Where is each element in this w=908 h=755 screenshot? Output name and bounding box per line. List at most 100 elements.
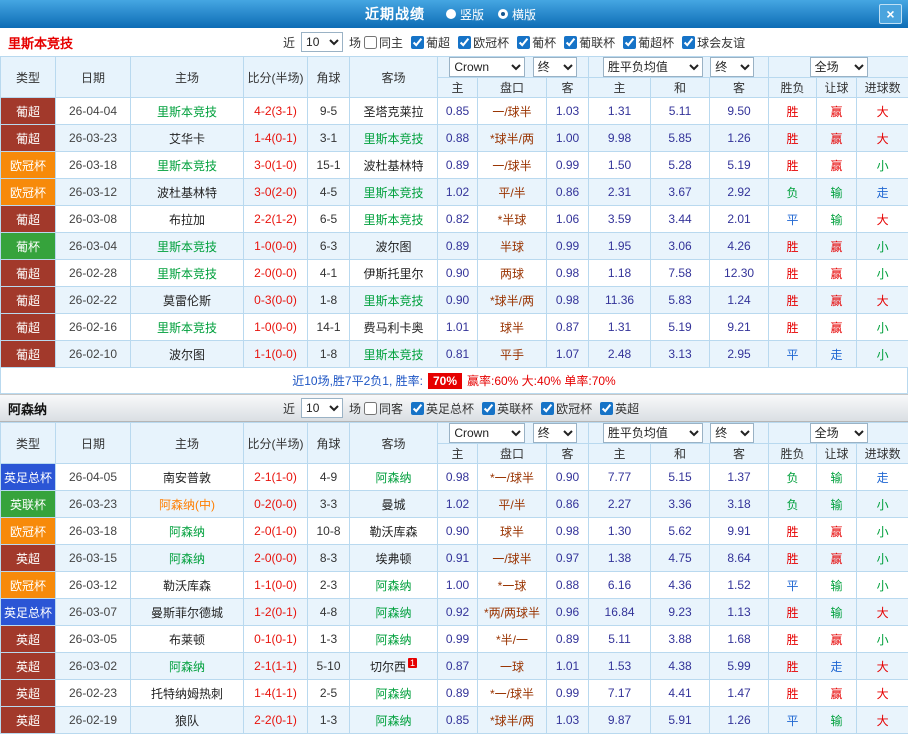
away-team[interactable]: 里斯本竞技 (349, 286, 438, 314)
home-team[interactable]: 波尔图 (130, 340, 244, 368)
asian-handicap-line: *两/两球半 (477, 598, 547, 626)
home-team[interactable]: 里斯本竞技 (130, 259, 244, 287)
asian-handicap-line: 平手 (477, 340, 547, 368)
away-team[interactable]: 圣塔克莱拉 (349, 97, 438, 125)
away-team[interactable]: 里斯本竞技 (349, 205, 438, 233)
home-team[interactable]: 阿森纳(中) (130, 490, 244, 518)
away-team[interactable]: 里斯本竞技 (349, 340, 438, 368)
away-team[interactable]: 阿森纳 (349, 463, 438, 491)
filter-葡超杯[interactable]: 葡超杯 (623, 34, 674, 51)
radio-icon[interactable] (445, 9, 456, 19)
final-odds-select[interactable]: 终 (532, 423, 577, 443)
bookmaker-select[interactable]: Crown (449, 423, 526, 443)
filter-checkbox[interactable] (564, 35, 578, 49)
home-team[interactable]: 阿森纳 (130, 544, 244, 572)
home-team[interactable]: 莫雷伦斯 (130, 286, 244, 314)
match-date: 26-03-08 (55, 205, 131, 233)
filter-英超[interactable]: 英超 (600, 400, 639, 417)
scope-select[interactable]: 全场 (809, 423, 868, 443)
filter-同客[interactable]: 同客 (364, 400, 403, 417)
filter-英联杯[interactable]: 英联杯 (482, 400, 533, 417)
away-team[interactable]: 费马利卡奥 (349, 313, 438, 341)
euro-away-odds: 5.99 (709, 652, 770, 680)
result-outcome: 负 (768, 490, 818, 518)
filter-checkbox[interactable] (411, 401, 425, 415)
filter-checkbox[interactable] (517, 35, 531, 49)
away-team[interactable]: 波尔图 (349, 232, 438, 260)
scope-select[interactable]: 全场 (809, 57, 868, 77)
filter-欧冠杯[interactable]: 欧冠杯 (458, 34, 509, 51)
home-team[interactable]: 布莱顿 (130, 625, 244, 653)
filter-葡联杯[interactable]: 葡联杯 (564, 34, 615, 51)
away-team[interactable]: 阿森纳 (349, 679, 438, 707)
filter-checkbox[interactable] (364, 401, 378, 415)
home-team[interactable]: 狼队 (130, 706, 244, 734)
euro-odds-group: 胜平负均值 终 (588, 56, 770, 78)
away-team[interactable]: 切尔西 1 (349, 652, 438, 680)
final-odds-select[interactable]: 终 (532, 57, 577, 77)
filter-checkbox[interactable] (623, 35, 637, 49)
close-button[interactable]: × (879, 4, 902, 24)
euro-away-odds: 1.13 (709, 598, 770, 626)
radio-icon[interactable] (498, 9, 508, 19)
home-team[interactable]: 布拉加 (130, 205, 244, 233)
home-team[interactable]: 南安普敦 (130, 463, 244, 491)
match-date: 26-03-18 (55, 517, 131, 545)
recent-count-select[interactable]: 10 (301, 32, 344, 52)
away-team[interactable]: 波杜基林特 (349, 151, 438, 179)
away-team[interactable]: 伊斯托里尔 (349, 259, 438, 287)
bookmaker-select[interactable]: Crown (449, 57, 526, 77)
home-team[interactable]: 里斯本竞技 (130, 151, 244, 179)
col-header-type: 类型 (0, 422, 56, 464)
result-outcome: 胜 (768, 598, 818, 626)
asian-home-odds: 0.89 (437, 679, 478, 707)
filter-葡杯[interactable]: 葡杯 (517, 34, 556, 51)
home-team[interactable]: 里斯本竞技 (130, 97, 244, 125)
filter-葡超[interactable]: 葡超 (411, 34, 450, 51)
home-team[interactable]: 托特纳姆热刺 (130, 679, 244, 707)
layout-option-竖版[interactable]: 竖版 (445, 6, 484, 23)
filter-欧冠杯[interactable]: 欧冠杯 (541, 400, 592, 417)
titlebar: 近期战绩 竖版 横版 × (0, 0, 908, 28)
result-goals: 大 (856, 706, 908, 734)
home-team[interactable]: 勒沃库森 (130, 571, 244, 599)
corners: 3-3 (307, 490, 350, 518)
result-outcome: 胜 (768, 313, 818, 341)
match-date: 26-03-23 (55, 490, 131, 518)
away-team[interactable]: 勒沃库森 (349, 517, 438, 545)
home-team[interactable]: 波杜基林特 (130, 178, 244, 206)
home-team[interactable]: 阿森纳 (130, 652, 244, 680)
result-outcome: 平 (768, 205, 818, 233)
away-team[interactable]: 阿森纳 (349, 625, 438, 653)
home-team[interactable]: 艾华卡 (130, 124, 244, 152)
away-team[interactable]: 阿森纳 (349, 571, 438, 599)
away-team[interactable]: 里斯本竞技 (349, 124, 438, 152)
home-team[interactable]: 曼斯菲尔德城 (130, 598, 244, 626)
filter-checkbox[interactable] (482, 401, 496, 415)
recent-count-select[interactable]: 10 (301, 398, 344, 418)
filter-checkbox[interactable] (411, 35, 425, 49)
layout-option-横版[interactable]: 横版 (498, 6, 536, 23)
col-header-score: 比分(半场) (243, 422, 308, 464)
score: 3-0(1-0) (243, 151, 308, 179)
filter-checkbox[interactable] (364, 35, 378, 49)
home-team[interactable]: 里斯本竞技 (130, 313, 244, 341)
home-team[interactable]: 里斯本竞技 (130, 232, 244, 260)
final-odds-select[interactable]: 终 (710, 57, 755, 77)
away-team[interactable]: 曼城 (349, 490, 438, 518)
filter-checkbox[interactable] (600, 401, 614, 415)
filter-同主[interactable]: 同主 (364, 34, 403, 51)
away-team[interactable]: 阿森纳 (349, 598, 438, 626)
final-odds-select[interactable]: 终 (710, 423, 755, 443)
away-team[interactable]: 阿森纳 (349, 706, 438, 734)
filter-英足总杯[interactable]: 英足总杯 (411, 400, 474, 417)
filter-checkbox[interactable] (682, 35, 696, 49)
avg-odds-select[interactable]: 胜平负均值 (602, 423, 703, 443)
away-team[interactable]: 埃弗顿 (349, 544, 438, 572)
filter-checkbox[interactable] (541, 401, 555, 415)
home-team[interactable]: 阿森纳 (130, 517, 244, 545)
filter-球会友谊[interactable]: 球会友谊 (682, 34, 745, 51)
avg-odds-select[interactable]: 胜平负均值 (602, 57, 703, 77)
away-team[interactable]: 里斯本竞技 (349, 178, 438, 206)
filter-checkbox[interactable] (458, 35, 472, 49)
